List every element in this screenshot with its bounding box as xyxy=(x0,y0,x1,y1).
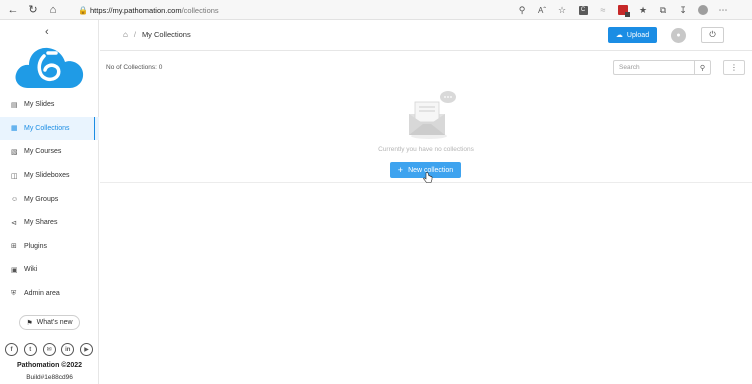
copyright: Pathomation ©2022 xyxy=(16,362,83,369)
build-number: Build#1e88cd96 xyxy=(26,374,73,381)
sidebar-item-plugins[interactable]: ⊞ Plugins xyxy=(0,235,99,259)
wiki-icon: ▣ xyxy=(11,266,18,274)
home-icon[interactable]: ⌂ xyxy=(123,30,128,39)
slides-icon: ▤ xyxy=(11,101,18,109)
breadcrumb-separator: / xyxy=(133,30,136,39)
linkedin-icon[interactable]: in xyxy=(61,343,75,356)
sidebar-item-label: My Shares xyxy=(24,219,58,227)
sidebar-item-label: My Slides xyxy=(24,101,55,109)
extension-c-icon[interactable]: C xyxy=(573,0,593,20)
slideboxes-icon: ◫ xyxy=(11,172,18,180)
breadcrumb: ⌂ / My Collections xyxy=(123,30,191,39)
courses-icon: ▧ xyxy=(11,148,18,156)
profile-icon[interactable] xyxy=(693,0,713,20)
key-icon[interactable]: ⚲ xyxy=(512,0,532,20)
sidebar: ‹ ▤ My Slides ▦ My Collections ▧ My Cour… xyxy=(0,20,99,384)
collapse-icon[interactable]: ‹ xyxy=(45,26,49,38)
whats-new-label: What's new xyxy=(36,319,73,326)
shares-icon: ⊲ xyxy=(11,219,17,227)
home-icon[interactable]: ⌂ xyxy=(43,0,63,20)
upload-label: Upload xyxy=(626,31,650,39)
read-aloud-icon[interactable]: Aˆ xyxy=(532,0,552,20)
twitter-icon[interactable]: t xyxy=(23,343,37,356)
megaphone-icon: ⚑ xyxy=(26,319,33,327)
sidebar-item-my-groups[interactable]: ☺ My Groups xyxy=(0,187,99,211)
address-bar[interactable]: 🔒 https://my.pathomation.com/collections xyxy=(76,2,508,18)
more-options-button[interactable]: ⋮ xyxy=(723,60,745,75)
upload-cloud-icon: ☁ xyxy=(615,32,623,39)
sidebar-item-my-shares[interactable]: ⊲ My Shares xyxy=(0,211,99,235)
extension-red-icon[interactable] xyxy=(613,0,633,20)
avatar[interactable]: ● xyxy=(671,28,686,43)
collections-icon[interactable]: ⧉ xyxy=(653,0,673,20)
search-icon: ⚲ xyxy=(699,64,706,72)
logout-button[interactable]: ⏻ xyxy=(701,27,724,43)
youtube-icon[interactable]: ▶ xyxy=(80,343,93,356)
plugins-icon: ⊞ xyxy=(11,243,17,251)
sidebar-item-my-slideboxes[interactable]: ◫ My Slideboxes xyxy=(0,164,99,188)
favorites-icon[interactable]: ★ xyxy=(633,0,653,20)
lock-icon[interactable]: 🔒 xyxy=(76,6,90,15)
sidebar-item-label: My Groups xyxy=(24,195,59,203)
refresh-icon[interactable]: ↻ xyxy=(23,0,43,20)
empty-state-text: Currently you have no collections xyxy=(378,146,474,153)
whats-new-button[interactable]: ⚑ What's new xyxy=(19,315,80,330)
sidebar-item-label: My Slideboxes xyxy=(24,172,70,180)
plus-icon: + xyxy=(397,164,404,175)
facebook-icon[interactable]: f xyxy=(5,343,18,356)
empty-inbox-icon xyxy=(409,91,456,139)
sidebar-item-label: Wiki xyxy=(24,266,38,274)
social-links: f t ✉ in ▶ xyxy=(5,343,93,356)
search-button[interactable]: ⚲ xyxy=(694,60,711,75)
download-icon[interactable]: ↧ xyxy=(673,0,693,20)
sidebar-item-label: My Collections xyxy=(24,124,70,132)
sidebar-item-admin-area[interactable]: ⛨ Admin area xyxy=(0,282,99,306)
more-vertical-icon: ⋮ xyxy=(730,63,738,72)
admin-icon: ⛨ xyxy=(11,289,17,297)
browser-toolbar: ← ↻ ⌂ 🔒 https://my.pathomation.com/colle… xyxy=(0,0,752,20)
more-icon[interactable]: ⋯ xyxy=(713,0,733,20)
search-input[interactable]: Search xyxy=(613,60,695,75)
url-path: /collections xyxy=(181,5,219,15)
breadcrumb-current: My Collections xyxy=(141,30,191,39)
logo xyxy=(15,47,84,88)
groups-icon: ☺ xyxy=(11,195,19,203)
extension-icon[interactable]: ≈ xyxy=(593,0,613,20)
sidebar-item-my-slides[interactable]: ▤ My Slides xyxy=(0,93,99,117)
sidebar-item-label: Plugins xyxy=(24,242,47,250)
sidebar-item-my-collections[interactable]: ▦ My Collections xyxy=(0,116,99,141)
collections-count: No of Collections: 0 xyxy=(106,64,163,71)
sidebar-item-my-courses[interactable]: ▧ My Courses xyxy=(0,140,99,164)
url-host: https://my.pathomation.com xyxy=(90,5,182,15)
sidebar-item-label: Admin area xyxy=(24,290,60,298)
favorite-add-icon[interactable]: ☆ xyxy=(552,0,572,20)
sidebar-menu: ▤ My Slides ▦ My Collections ▧ My Course… xyxy=(0,93,99,305)
hand-cursor-icon xyxy=(423,172,433,183)
collections-icon: ▦ xyxy=(11,125,18,133)
sidebar-item-label: My Courses xyxy=(24,148,62,156)
email-icon[interactable]: ✉ xyxy=(42,343,56,356)
sidebar-item-wiki[interactable]: ▣ Wiki xyxy=(0,258,99,282)
back-icon[interactable]: ← xyxy=(3,0,23,20)
page-header: ⌂ / My Collections ☁ Upload ● ⏻ xyxy=(100,20,752,51)
power-icon: ⏻ xyxy=(709,30,716,39)
upload-button[interactable]: ☁ Upload xyxy=(608,27,657,43)
